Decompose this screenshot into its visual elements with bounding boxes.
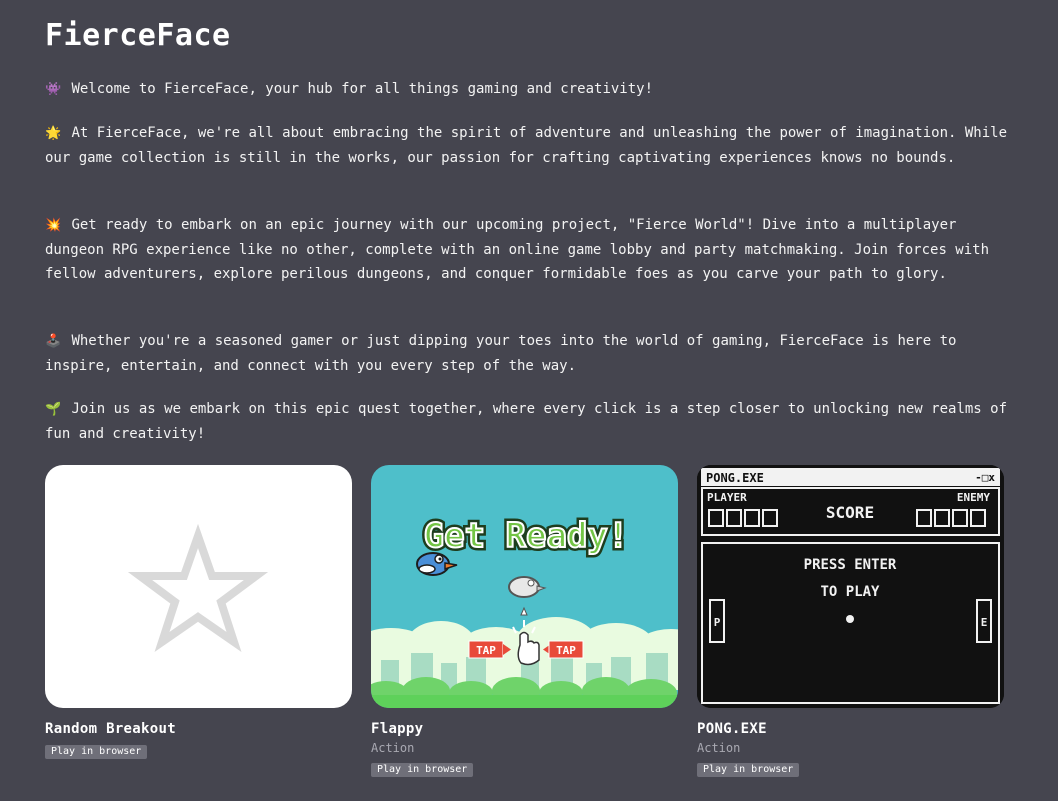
tap-left-text: TAP <box>476 644 496 657</box>
press-enter-line1: PRESS ENTER <box>804 557 897 573</box>
intro-paragraph: 🕹️ Whether you're a seasoned gamer or ju… <box>45 329 1015 378</box>
player-label: PLAYER <box>707 491 747 504</box>
bird-icon <box>416 552 458 576</box>
intro-paragraph: 💥 Get ready to embark on an epic journey… <box>45 213 1015 286</box>
play-in-browser-badge: Play in browser <box>697 763 800 777</box>
star-outline-icon <box>127 523 269 653</box>
flappy-thumbnail-art: Get Ready! Get Ready! TAP TAP <box>371 513 678 708</box>
game-card-flappy[interactable]: Get Ready! Get Ready! TAP TAP Flappy Act… <box>371 465 678 777</box>
game-title[interactable]: Random Breakout <box>45 719 352 739</box>
intro-paragraph-text: Join us as we embark on this epic quest … <box>45 401 1008 442</box>
game-grid: Random Breakout Play in browser Get Read… <box>45 465 1005 785</box>
alien-monster-icon: 👾 <box>45 82 62 97</box>
site-title: FierceFace <box>45 18 231 53</box>
page: FierceFace 👾 Welcome to FierceFace, your… <box>0 0 1058 801</box>
game-thumbnail[interactable] <box>45 465 352 708</box>
game-genre: Action <box>697 741 741 755</box>
tap-right-label: TAP <box>543 640 584 659</box>
get-ready-text: Get Ready! <box>424 516 629 556</box>
tutorial-bird-icon <box>508 576 547 616</box>
score-label: SCORE <box>826 503 874 522</box>
game-thumbnail[interactable]: Get Ready! Get Ready! TAP TAP <box>371 465 678 708</box>
game-title[interactable]: PONG.EXE <box>697 719 1004 739</box>
intro-paragraph: 🌟 At FierceFace, we're all about embraci… <box>45 121 1015 170</box>
pong-window-title: PONG.EXE <box>706 471 764 485</box>
collision-icon: 💥 <box>45 218 62 233</box>
intro-paragraph-text: Whether you're a seasoned gamer or just … <box>45 333 957 374</box>
intro-paragraph: 🌱 Join us as we embark on this epic ques… <box>45 397 1015 446</box>
pong-ball <box>846 615 854 623</box>
game-thumbnail[interactable]: PONG.EXE -□x PLAYER ENEMY SCORE PRESS EN… <box>697 465 1004 708</box>
joystick-icon: 🕹️ <box>45 334 62 349</box>
play-in-browser-badge: Play in browser <box>371 763 474 777</box>
sparkle-star-icon: 🌟 <box>45 126 62 141</box>
game-card-random-breakout[interactable]: Random Breakout Play in browser <box>45 465 352 759</box>
tap-right-text: TAP <box>556 644 576 657</box>
enemy-label: ENEMY <box>957 491 990 504</box>
press-enter-line2: TO PLAY <box>820 584 880 600</box>
pong-window-controls: -□x <box>975 471 995 484</box>
enemy-paddle-label: E <box>981 616 988 629</box>
intro-paragraph-text: Welcome to FierceFace, your hub for all … <box>71 81 654 97</box>
game-title[interactable]: Flappy <box>371 719 678 739</box>
intro-paragraph: 👾 Welcome to FierceFace, your hub for al… <box>45 77 1015 102</box>
play-in-browser-badge: Play in browser <box>45 745 148 759</box>
intro-paragraph-text: At FierceFace, we're all about embracing… <box>45 125 1008 166</box>
game-card-pong[interactable]: PONG.EXE -□x PLAYER ENEMY SCORE PRESS EN… <box>697 465 1004 777</box>
player-paddle-label: P <box>714 616 721 629</box>
seedling-icon: 🌱 <box>45 402 62 417</box>
pong-thumbnail-art: PONG.EXE -□x PLAYER ENEMY SCORE PRESS EN… <box>697 465 1004 708</box>
game-genre: Action <box>371 741 415 755</box>
intro-paragraph-text: Get ready to embark on an epic journey w… <box>45 217 990 282</box>
